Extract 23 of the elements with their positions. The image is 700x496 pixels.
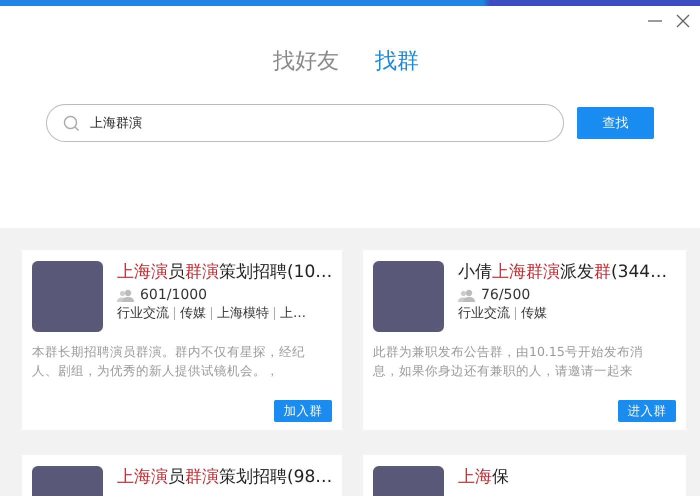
member-count: 601/1000 xyxy=(140,287,208,303)
group-tag: 传媒 xyxy=(174,307,211,320)
close-icon[interactable] xyxy=(676,14,690,28)
member-count: 76/500 xyxy=(481,287,530,303)
group-description: 此群为兼职发布公告群，由10.15号开始发布消息，如果你身边还有兼职的人，请邀请一起来 xyxy=(373,343,644,380)
group-title[interactable]: 上海演员群演策划招聘(10… xyxy=(117,261,332,283)
tab[interactable]: 找好友 xyxy=(273,46,339,76)
people-icon xyxy=(458,288,476,302)
group-tag: 上海模特 xyxy=(211,307,274,320)
group-description: 本群长期招聘演员群演。群内不仅有星探，经纪人、剧组，为优秀的新人提供试镜机会。， xyxy=(32,343,306,380)
search-field[interactable]: 上海群演 xyxy=(46,104,564,142)
tab[interactable]: 找群 xyxy=(375,46,419,76)
group-tag: 传媒 xyxy=(515,307,552,320)
group-title[interactable]: 上海演员群演策划招聘(98… xyxy=(117,466,332,488)
search-icon xyxy=(63,115,80,132)
group-tag: 上… xyxy=(274,307,311,320)
group-avatar xyxy=(32,261,103,332)
group-tag: 行业交流 xyxy=(458,307,515,320)
people-icon xyxy=(117,288,135,302)
group-avatar xyxy=(373,261,444,332)
group-title[interactable]: 小倩上海群演派发群(344… xyxy=(458,261,668,283)
group-title[interactable]: 上海保 xyxy=(458,466,509,488)
group-tag: 行业交流 xyxy=(117,307,174,320)
